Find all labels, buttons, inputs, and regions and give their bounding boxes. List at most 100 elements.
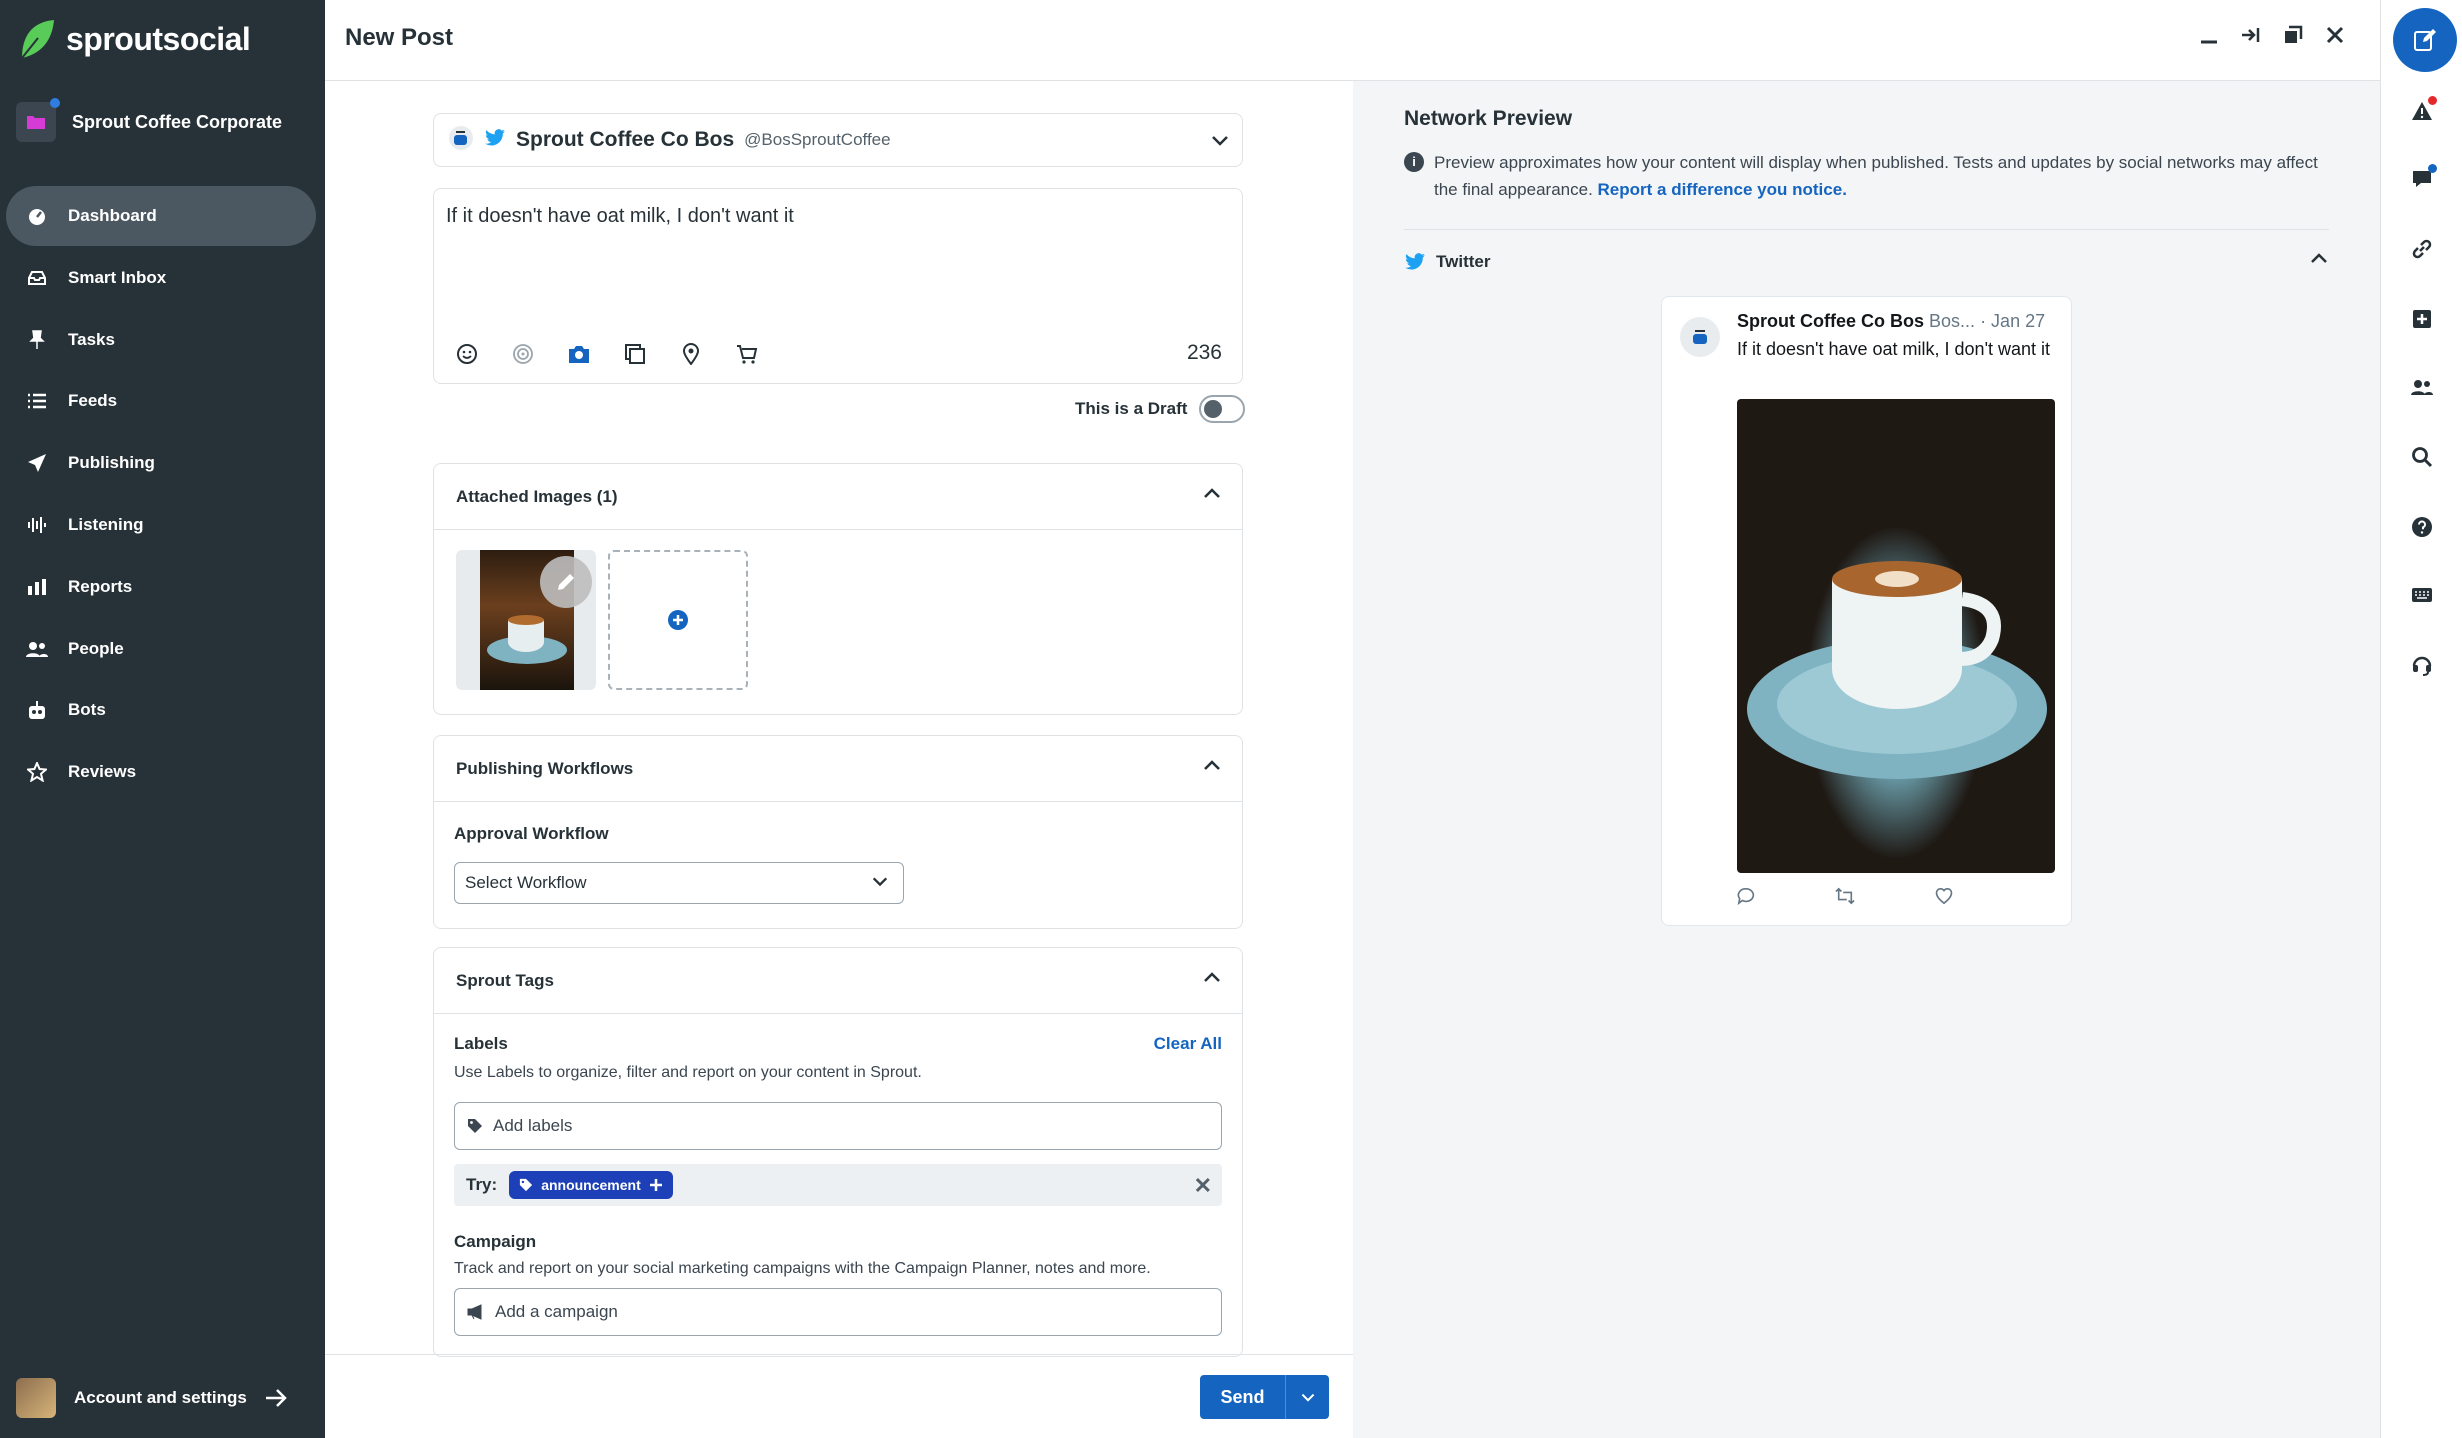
suggested-label-pill[interactable]: announcement (509, 1171, 673, 1199)
sprout-leaf-icon (21, 20, 54, 59)
message-box[interactable]: If it doesn't have oat milk, I don't wan… (433, 188, 1243, 384)
tweet-avatar (1680, 317, 1720, 357)
chevron-down-icon (1301, 1393, 1314, 1402)
org-switcher[interactable]: Sprout Coffee Corporate (16, 98, 283, 142)
plus-circle-icon (668, 610, 688, 630)
messages-icon[interactable] (2407, 164, 2437, 194)
header: New Post (325, 0, 2380, 81)
clear-all-link[interactable]: Clear All (1154, 1034, 1222, 1054)
send-button[interactable]: Send (1200, 1375, 1285, 1419)
workflow-select[interactable]: Select Workflow (454, 862, 904, 904)
draft-label: This is a Draft (1075, 399, 1188, 418)
tweet-text: If it doesn't have oat milk, I don't wan… (1737, 339, 2051, 359)
campaign-description: Track and report on your social marketin… (454, 1260, 1151, 1277)
nav-item-listening[interactable]: Listening (6, 495, 316, 555)
close-icon[interactable] (2322, 22, 2348, 48)
camera-icon[interactable] (566, 341, 592, 367)
account-settings[interactable]: Account and settings (16, 1378, 287, 1418)
composer: Sprout Coffee Co Bos @BosSproutCoffee If… (325, 81, 1353, 1357)
suggested-label-text: announcement (541, 1177, 641, 1193)
collapse-right-icon[interactable] (2238, 22, 2264, 48)
close-icon[interactable]: ✕ (1194, 1173, 1212, 1199)
org-name: Sprout Coffee Corporate (72, 111, 283, 132)
target-icon[interactable] (510, 341, 536, 367)
nav-item-reviews[interactable]: Reviews (6, 742, 316, 802)
tags-header[interactable]: Sprout Tags (434, 948, 1242, 1014)
avatar (16, 1378, 56, 1418)
bar-chart-icon (26, 576, 48, 598)
link-icon[interactable] (2407, 234, 2437, 264)
nav-item-reports[interactable]: Reports (6, 557, 316, 617)
nav-item-dashboard[interactable]: Dashboard (6, 186, 316, 246)
nav-label: Bots (68, 700, 106, 720)
chevron-up-icon[interactable] (1202, 756, 1222, 781)
report-difference-link[interactable]: Report a difference you notice. (1598, 180, 1847, 199)
campaign-input[interactable]: Add a campaign (454, 1288, 1222, 1336)
alert-icon[interactable] (2407, 96, 2437, 126)
support-icon[interactable] (2407, 650, 2437, 680)
brand-logo[interactable]: sproutsocial (18, 18, 251, 60)
preview-title: Network Preview (1404, 107, 1573, 130)
publishing-workflows-section: Publishing Workflows Approval Workflow S… (433, 735, 1243, 929)
sprout-tags-section: Sprout Tags Labels Clear All Use Labels … (433, 947, 1243, 1357)
edit-image-button[interactable] (540, 556, 592, 608)
message-text[interactable]: If it doesn't have oat milk, I don't wan… (446, 205, 794, 228)
divider (1404, 229, 2329, 230)
nav-item-bots[interactable]: Bots (6, 680, 316, 740)
gallery-icon[interactable] (622, 341, 648, 367)
nav-item-feeds[interactable]: Feeds (6, 371, 316, 431)
info-icon: i (1404, 152, 1424, 172)
section-title: Attached Images (1) (456, 486, 618, 506)
chevron-up-icon[interactable] (1202, 968, 1222, 993)
send-icon (26, 452, 48, 474)
nav-label: Tasks (68, 329, 115, 349)
right-tool-rail (2380, 0, 2462, 1438)
nav-item-publishing[interactable]: Publishing (6, 433, 316, 493)
brand-name: sproutsocial (66, 20, 251, 57)
try-label: Try: (466, 1175, 498, 1194)
draft-toggle[interactable] (1199, 395, 1246, 423)
nav-item-smart-inbox[interactable]: Smart Inbox (6, 248, 316, 308)
nav-label: Listening (68, 514, 144, 534)
composer-footer: Send (325, 1354, 1353, 1438)
emoji-icon[interactable] (454, 341, 480, 367)
search-icon[interactable] (2407, 442, 2437, 472)
workflows-header[interactable]: Publishing Workflows (434, 736, 1242, 802)
attached-image-thumbnail[interactable] (456, 550, 596, 690)
preview-info: i Preview approximates how your content … (1404, 149, 2324, 203)
section-title: Publishing Workflows (456, 758, 634, 778)
dashboard-icon (26, 205, 48, 227)
twitter-preview-header[interactable]: Twitter (1404, 249, 2329, 274)
character-count: 236 (1186, 341, 1222, 364)
draft-toggle-row: This is a Draft (1075, 395, 1246, 423)
tweet-preview-card: Sprout Coffee Co Bos Bos... · Jan 27 If … (1661, 296, 2072, 926)
keyboard-icon[interactable] (2407, 580, 2437, 610)
campaign-title: Campaign (454, 1232, 537, 1251)
compose-icon (2414, 29, 2436, 51)
nav-label: Reports (68, 576, 133, 596)
campaign-placeholder: Add a campaign (495, 1302, 618, 1321)
network-name: Twitter (1436, 251, 1491, 271)
send-options-button[interactable] (1285, 1375, 1329, 1419)
profile-selector[interactable]: Sprout Coffee Co Bos @BosSproutCoffee (433, 113, 1243, 167)
notification-dot (2428, 164, 2437, 173)
location-icon[interactable] (678, 341, 704, 367)
add-icon[interactable] (2407, 304, 2437, 334)
nav-label: Publishing (68, 453, 155, 473)
chevron-up-icon[interactable] (2309, 249, 2329, 274)
twitter-icon (1405, 252, 1425, 269)
minimize-icon[interactable] (2196, 22, 2222, 48)
compose-button[interactable] (2393, 8, 2457, 72)
chevron-up-icon[interactable] (1202, 484, 1222, 509)
approval-workflow-label: Approval Workflow (454, 824, 609, 843)
nav-item-tasks[interactable]: Tasks (6, 310, 316, 370)
help-icon[interactable] (2407, 512, 2437, 542)
labels-input[interactable]: Add labels (454, 1102, 1222, 1150)
nav-item-people[interactable]: People (6, 619, 316, 679)
popout-icon[interactable] (2280, 22, 2306, 48)
add-image-button[interactable] (608, 550, 748, 690)
cart-icon[interactable] (734, 341, 760, 367)
folder-icon (27, 116, 45, 129)
people-icon[interactable] (2407, 372, 2437, 402)
attached-images-header[interactable]: Attached Images (1) (434, 464, 1242, 530)
